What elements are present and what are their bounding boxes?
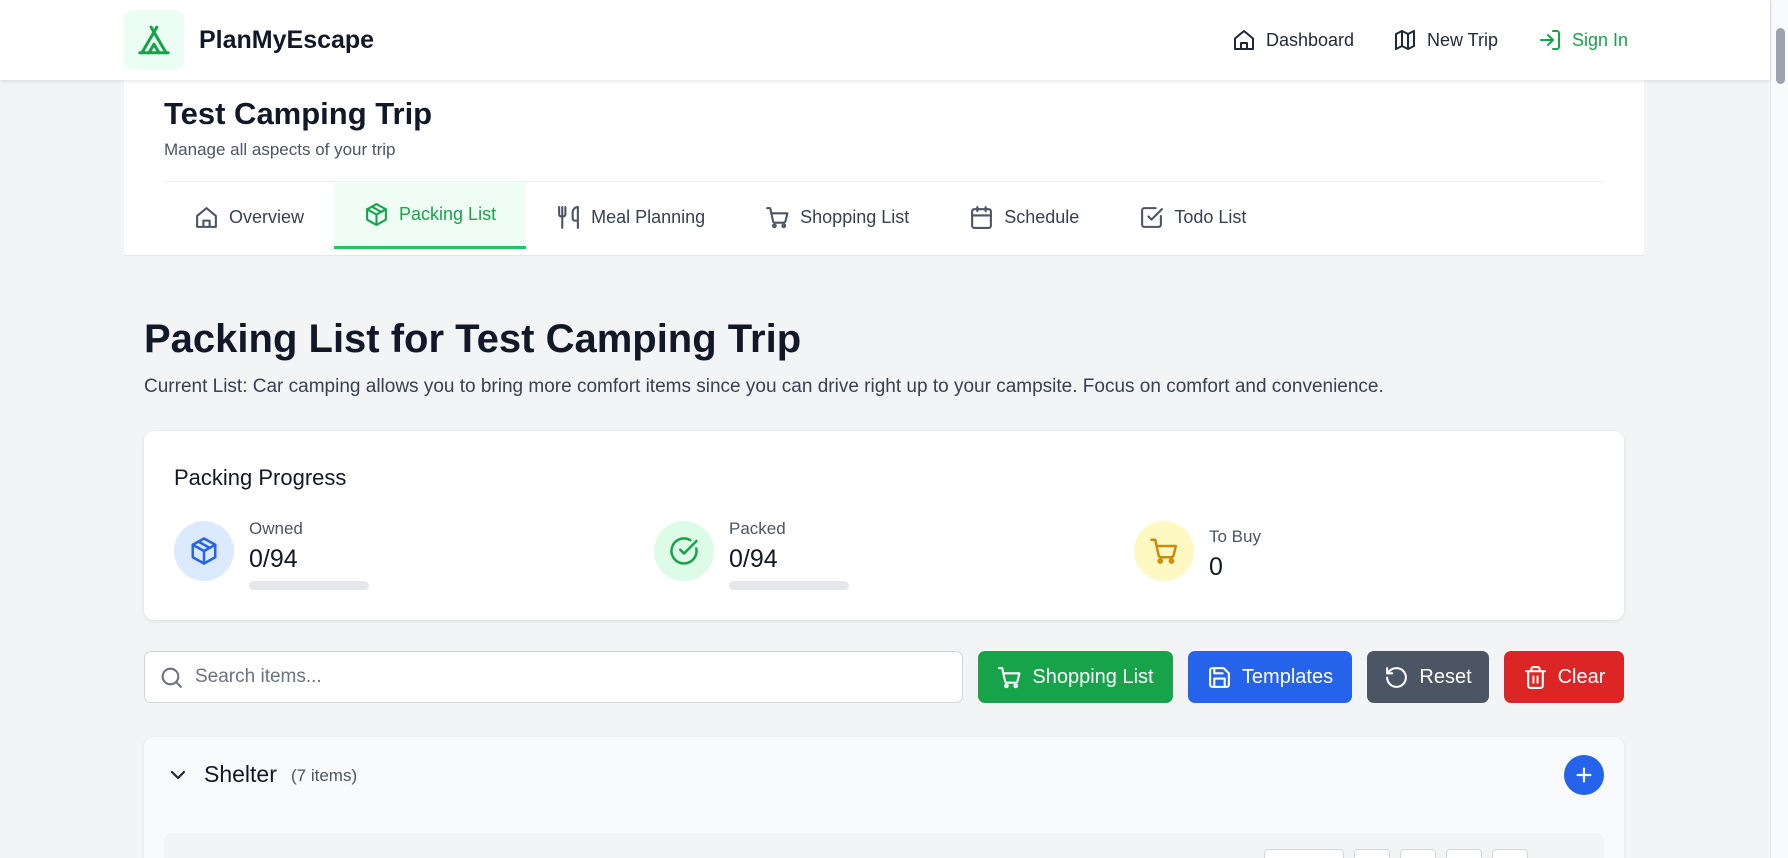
tab-shopping-list[interactable]: Shopping List bbox=[735, 182, 939, 252]
trip-title: Test Camping Trip bbox=[164, 96, 433, 131]
tab-todo-list[interactable]: Todo List bbox=[1109, 182, 1276, 252]
to-buy-label: To Buy bbox=[1209, 527, 1261, 546]
page-scrollbar[interactable] bbox=[1770, 0, 1788, 858]
owned-label: Owned bbox=[249, 519, 303, 538]
sign-in-icon bbox=[1540, 30, 1560, 50]
trip-header: Test Camping Trip Manage all aspects of … bbox=[124, 80, 1644, 256]
nav-new-trip-label: New Trip bbox=[1427, 29, 1499, 50]
tab-packing-list-label: Packing List bbox=[399, 203, 497, 224]
packing-progress-card: Packing Progress Owned 0/94 Packed 0/94 … bbox=[144, 431, 1624, 620]
category-name: Shelter bbox=[204, 761, 277, 787]
search-icon bbox=[161, 667, 182, 688]
tab-overview-label: Overview bbox=[229, 206, 305, 227]
package-icon bbox=[366, 202, 387, 226]
search-input[interactable] bbox=[195, 652, 945, 702]
save-icon bbox=[1209, 666, 1230, 688]
utensils-icon bbox=[558, 205, 579, 229]
reset-button-label: Reset bbox=[1419, 665, 1472, 688]
owned-value: 0/94 bbox=[249, 545, 298, 573]
item-control[interactable] bbox=[1400, 849, 1436, 858]
clear-button-label: Clear bbox=[1557, 665, 1606, 688]
shopping-list-button[interactable]: Shopping List bbox=[978, 651, 1173, 703]
plus-icon bbox=[1576, 767, 1592, 783]
item-control[interactable] bbox=[1446, 849, 1482, 858]
to-buy-value: 0 bbox=[1209, 553, 1223, 581]
packed-progress-bar bbox=[729, 581, 849, 590]
packed-label: Packed bbox=[729, 519, 786, 538]
page-title: Packing List for Test Camping Trip bbox=[144, 317, 802, 361]
home-icon bbox=[1234, 30, 1254, 50]
tab-todo-list-label: Todo List bbox=[1174, 206, 1247, 227]
checkbox-icon bbox=[1141, 206, 1164, 228]
scrollbar-thumb[interactable] bbox=[1776, 28, 1785, 84]
map-icon bbox=[1395, 30, 1415, 50]
tent-icon bbox=[138, 25, 170, 55]
check-circle-icon bbox=[670, 537, 698, 565]
tab-schedule-label: Schedule bbox=[1004, 206, 1080, 227]
owned-progress-bar bbox=[249, 581, 369, 590]
brand-name[interactable]: PlanMyEscape bbox=[199, 26, 374, 55]
tab-packing-list[interactable]: Packing List bbox=[334, 182, 527, 249]
templates-button-label: Templates bbox=[1241, 665, 1334, 688]
top-navbar: PlanMyEscape Dashboard New Trip Sign In bbox=[0, 0, 1770, 80]
calendar-icon bbox=[971, 205, 993, 229]
nav-dashboard-label: Dashboard bbox=[1266, 29, 1355, 50]
nav-new-trip[interactable]: New Trip bbox=[1393, 28, 1498, 52]
package-icon bbox=[191, 537, 217, 565]
trip-tabs: Overview Packing List Meal Planning Shop… bbox=[164, 182, 1276, 256]
cart-icon bbox=[766, 206, 789, 228]
list-item bbox=[164, 833, 1604, 858]
category-header[interactable]: Shelter (7 items) bbox=[144, 737, 1624, 813]
shopping-list-button-label: Shopping List bbox=[1032, 665, 1154, 688]
tab-meal-planning-label: Meal Planning bbox=[591, 206, 706, 227]
packed-icon-circle bbox=[654, 521, 714, 581]
home-icon bbox=[196, 206, 217, 228]
nav-sign-in[interactable]: Sign In bbox=[1538, 28, 1628, 52]
progress-title: Packing Progress bbox=[174, 465, 347, 490]
search-box bbox=[144, 651, 963, 703]
trip-subtitle: Manage all aspects of your trip bbox=[164, 140, 396, 159]
item-control[interactable] bbox=[1354, 849, 1390, 858]
trash-icon bbox=[1524, 665, 1546, 689]
tab-schedule[interactable]: Schedule bbox=[939, 182, 1109, 252]
templates-button[interactable]: Templates bbox=[1188, 651, 1352, 703]
cart-icon bbox=[1150, 538, 1178, 564]
cart-icon bbox=[998, 666, 1021, 688]
packed-value: 0/94 bbox=[729, 545, 778, 573]
reset-icon bbox=[1386, 666, 1408, 688]
item-control[interactable] bbox=[1492, 849, 1528, 858]
logo[interactable] bbox=[124, 10, 184, 70]
tab-overview[interactable]: Overview bbox=[164, 182, 334, 252]
add-item-button[interactable] bbox=[1564, 755, 1604, 795]
category-shelter: Shelter (7 items) bbox=[144, 737, 1624, 858]
category-item-count: (7 items) bbox=[291, 766, 358, 785]
tab-meal-planning[interactable]: Meal Planning bbox=[526, 182, 735, 252]
nav-dashboard[interactable]: Dashboard bbox=[1232, 28, 1354, 52]
page-description: Current List: Car camping allows you to … bbox=[144, 376, 1384, 397]
tab-shopping-list-label: Shopping List bbox=[800, 206, 910, 227]
reset-button[interactable]: Reset bbox=[1367, 651, 1489, 703]
chevron-down-icon[interactable] bbox=[166, 763, 190, 787]
to-buy-icon-circle bbox=[1134, 521, 1194, 581]
nav-sign-in-label: Sign In bbox=[1572, 29, 1629, 50]
owned-icon-circle bbox=[174, 521, 234, 581]
item-control[interactable] bbox=[1264, 849, 1344, 858]
clear-button[interactable]: Clear bbox=[1504, 651, 1624, 703]
